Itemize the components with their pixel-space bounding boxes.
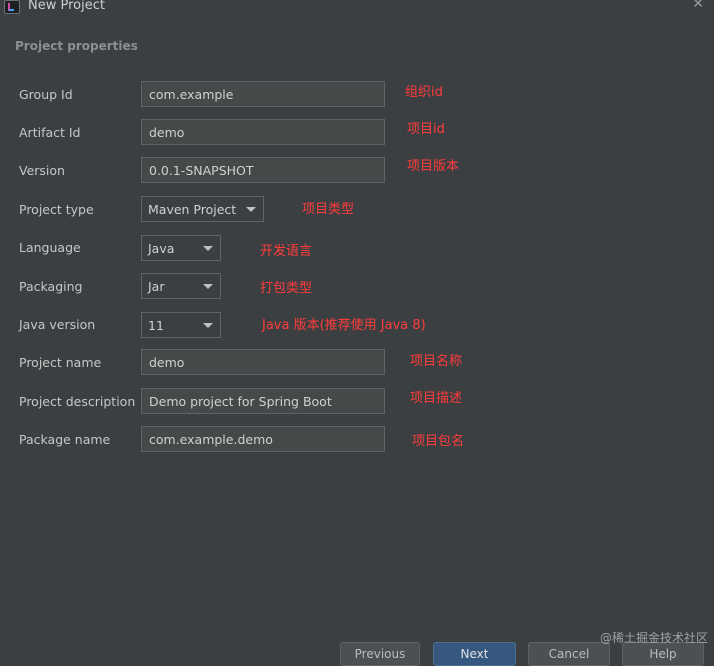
version-annotation: 项目版本 — [407, 159, 460, 174]
project-type-annotation: 项目类型 — [302, 202, 355, 217]
language-annotation: 开发语言 — [260, 244, 313, 259]
language-select[interactable]: Java — [141, 235, 221, 261]
project-type-select[interactable]: Maven Project — [141, 196, 264, 222]
project-description-label: Project description — [19, 394, 136, 409]
java-version-value: 11 — [148, 318, 164, 333]
version-input[interactable] — [141, 157, 385, 183]
chevron-down-icon — [203, 323, 213, 328]
java-version-annotation: Java 版本(推荐使用 Java 8) — [262, 318, 426, 333]
close-icon[interactable]: ✕ — [692, 0, 704, 12]
intellij-app-icon — [4, 0, 20, 14]
section-title: Project properties — [15, 39, 138, 53]
group-id-label: Group Id — [19, 87, 73, 102]
title-bar: New Project ✕ — [0, 0, 714, 16]
watermark: @稀土掘金技术社区 — [599, 631, 708, 645]
java-version-select[interactable]: 11 — [141, 312, 221, 338]
chevron-down-icon — [203, 246, 213, 251]
group-id-input[interactable] — [141, 81, 385, 107]
package-name-label: Package name — [19, 432, 111, 447]
project-name-label: Project name — [19, 355, 102, 370]
package-name-input[interactable] — [141, 426, 385, 452]
project-name-annotation: 项目名称 — [410, 354, 463, 369]
project-type-value: Maven Project — [148, 202, 237, 217]
package-name-annotation: 项目包名 — [412, 434, 465, 449]
artifact-id-label: Artifact Id — [19, 125, 81, 140]
artifact-id-input[interactable] — [141, 119, 385, 145]
artifact-id-annotation: 项目id — [407, 122, 445, 137]
language-label: Language — [19, 240, 81, 255]
next-button[interactable]: Next — [433, 642, 516, 666]
project-description-annotation: 项目描述 — [410, 391, 463, 406]
chevron-down-icon — [246, 207, 256, 212]
previous-button[interactable]: Previous — [340, 642, 420, 666]
group-id-annotation: 组织id — [405, 85, 443, 100]
project-name-input[interactable] — [141, 349, 385, 375]
packaging-select[interactable]: Jar — [141, 273, 221, 299]
window-title: New Project — [28, 0, 105, 13]
packaging-value: Jar — [148, 279, 165, 294]
project-type-label: Project type — [19, 202, 94, 217]
project-description-input[interactable] — [141, 388, 385, 414]
language-value: Java — [148, 241, 175, 256]
version-label: Version — [19, 163, 65, 178]
packaging-label: Packaging — [19, 279, 83, 294]
chevron-down-icon — [203, 284, 213, 289]
packaging-annotation: 打包类型 — [260, 281, 313, 296]
cancel-button[interactable]: Cancel — [528, 642, 610, 666]
java-version-label: Java version — [19, 317, 96, 332]
